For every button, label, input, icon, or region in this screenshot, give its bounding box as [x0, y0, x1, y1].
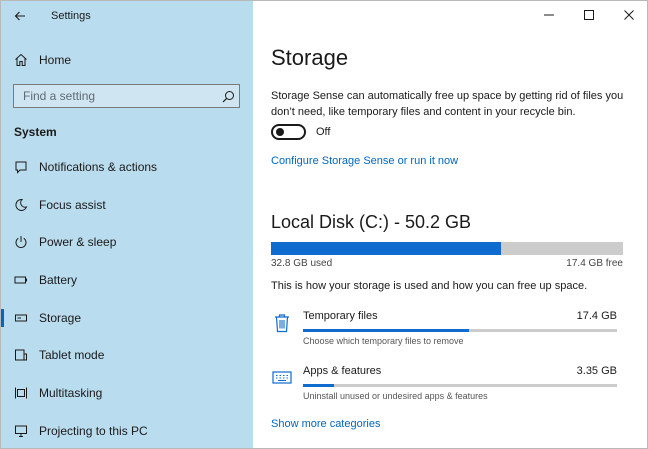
power-icon: [13, 234, 29, 250]
sidebar-item-projecting[interactable]: Projecting to this PC: [1, 412, 253, 448]
category-usage-bar: [303, 329, 617, 332]
notifications-icon: [13, 159, 29, 175]
toggle-state-label: Off: [316, 126, 331, 138]
category-usage-fill: [303, 384, 335, 387]
category-subtitle: Uninstall unused or undesired apps & fea…: [303, 391, 488, 401]
sidebar-item-multitasking[interactable]: Multitasking: [1, 374, 253, 412]
window-controls: [529, 1, 647, 29]
section-title: System: [14, 125, 57, 139]
keyboard-icon: [271, 367, 293, 389]
app-title: Settings: [51, 10, 91, 22]
category-usage-fill: [303, 329, 470, 332]
sidebar-item-label: Notifications & actions: [39, 159, 158, 174]
sidebar-item-label: Focus assist: [39, 197, 106, 212]
sidebar-item-label: Projecting to this PC: [39, 423, 148, 438]
category-name: Temporary files: [303, 310, 378, 322]
minimize-icon: [544, 14, 554, 16]
category-temporary-files[interactable]: Temporary files 17.4 GB Choose which tem…: [271, 310, 617, 350]
multitasking-icon: [13, 385, 29, 401]
disk-usage-fill: [271, 242, 501, 255]
home-label: Home: [39, 53, 72, 67]
disk-title: Local Disk (C:) - 50.2 GB: [271, 212, 472, 232]
show-more-categories-link[interactable]: Show more categories: [271, 418, 380, 430]
page-title: Storage: [271, 45, 349, 70]
trash-icon: [271, 312, 293, 334]
disk-free-label: 17.4 GB free: [566, 258, 623, 269]
search-icon[interactable]: [217, 85, 239, 107]
disk-used-label: 32.8 GB used: [271, 258, 333, 269]
usage-note: This is how your storage is used and how…: [271, 280, 588, 292]
moon-icon: [13, 197, 29, 213]
search-box: [13, 84, 240, 108]
storage-sense-description: Storage Sense can automatically free up …: [271, 90, 624, 118]
sidebar-item-tablet-mode[interactable]: Tablet mode: [1, 336, 253, 374]
category-size: 3.35 GB: [576, 365, 617, 377]
settings-window: Settings Home System: [0, 0, 648, 449]
storage-sense-toggle[interactable]: [271, 124, 306, 140]
sidebar-item-power-sleep[interactable]: Power & sleep: [1, 223, 253, 261]
category-name: Apps & features: [303, 365, 382, 377]
category-usage-bar: [303, 384, 617, 387]
sidebar-nav: Notifications & actions Focus assist Pow…: [1, 148, 253, 448]
sidebar-item-label: Storage: [39, 310, 82, 325]
search-input[interactable]: [14, 85, 217, 107]
title-bar: Settings: [1, 1, 253, 31]
sidebar-item-label: Power & sleep: [39, 235, 117, 250]
back-button[interactable]: [5, 1, 35, 31]
category-apps-features[interactable]: Apps & features 3.35 GB Uninstall unused…: [271, 365, 617, 405]
category-size: 17.4 GB: [576, 310, 617, 322]
sidebar-item-label: Multitasking: [39, 385, 103, 400]
category-subtitle: Choose which temporary files to remove: [303, 336, 464, 346]
sidebar-item-home[interactable]: Home: [1, 47, 253, 73]
projector-icon: [13, 423, 29, 439]
maximize-icon: [584, 10, 594, 20]
sidebar-item-label: Tablet mode: [39, 348, 105, 363]
main-content: Storage Storage Sense can automatically …: [253, 1, 647, 448]
sidebar-item-label: Battery: [39, 272, 78, 287]
close-button[interactable]: [609, 1, 647, 29]
sidebar: Settings Home System: [1, 1, 253, 448]
close-icon: [624, 10, 634, 20]
home-icon: [13, 52, 29, 68]
sidebar-item-storage[interactable]: Storage: [1, 299, 253, 337]
battery-icon: [13, 272, 29, 288]
sidebar-item-battery[interactable]: Battery: [1, 261, 253, 299]
storage-icon: [13, 310, 29, 326]
disk-usage-bar: [271, 242, 623, 255]
minimize-button[interactable]: [529, 1, 569, 29]
sidebar-item-focus-assist[interactable]: Focus assist: [1, 186, 253, 224]
configure-storage-sense-link[interactable]: Configure Storage Sense or run it now: [271, 155, 458, 167]
sidebar-item-notifications[interactable]: Notifications & actions: [1, 148, 253, 186]
toggle-knob: [276, 128, 284, 136]
back-arrow-icon: [14, 11, 25, 21]
tablet-icon: [13, 347, 29, 363]
maximize-button[interactable]: [569, 1, 609, 29]
storage-sense-toggle-row: Off: [271, 124, 330, 140]
